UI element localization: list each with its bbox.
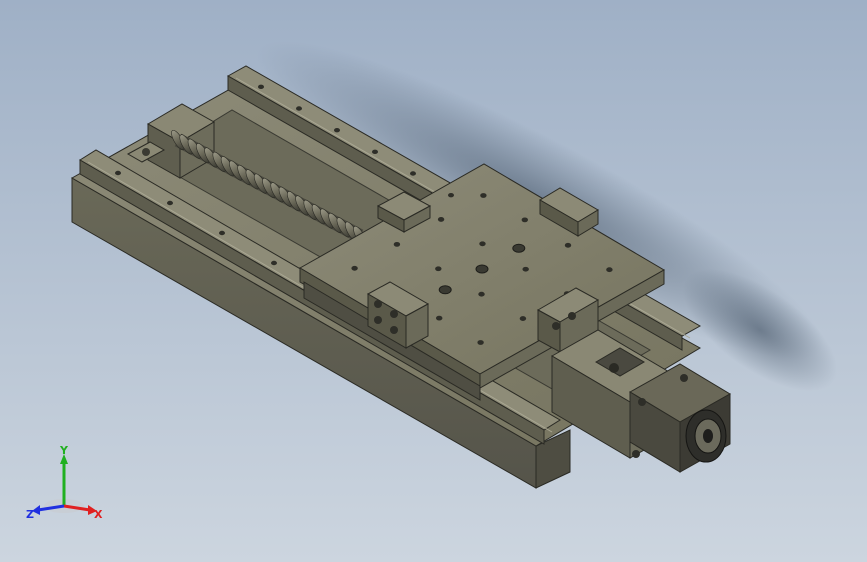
- mounting-hole: [479, 241, 486, 247]
- z-axis-label: Z: [26, 508, 34, 521]
- mounting-hole: [351, 265, 358, 271]
- mounting-hole: [477, 340, 484, 345]
- rail-screw: [167, 200, 173, 206]
- y-axis-label: Y: [59, 446, 69, 457]
- rail-screw: [410, 171, 416, 176]
- mounting-hole: [564, 242, 572, 248]
- mounting-hole: [480, 193, 487, 198]
- counterbore-hole: [475, 264, 489, 274]
- mounting-hole: [437, 217, 445, 222]
- rail-screw: [115, 170, 121, 176]
- mounting-hole: [435, 266, 442, 272]
- mounting-hole: [436, 315, 443, 321]
- counterbore-hole: [512, 243, 526, 253]
- mounting-hole: [478, 291, 485, 297]
- rail-screw: [271, 260, 277, 266]
- mounting-hole: [522, 266, 529, 272]
- mounting-hole: [521, 217, 528, 223]
- x-axis-label: X: [94, 508, 103, 521]
- mounting-hole: [606, 267, 613, 273]
- rail-screw: [448, 192, 454, 198]
- rail-screw: [334, 127, 340, 133]
- rail-screw: [296, 106, 302, 111]
- mounting-hole: [519, 316, 527, 321]
- counterbore-hole: [438, 285, 452, 295]
- 3d-viewport[interactable]: Y X Z: [0, 0, 867, 562]
- mounting-hole: [393, 241, 401, 247]
- rail-screw: [258, 84, 264, 90]
- linear-stage-model[interactable]: [0, 0, 867, 562]
- rail-screw: [219, 230, 225, 236]
- orientation-triad[interactable]: Y X Z: [24, 446, 104, 526]
- rail-screw: [372, 149, 378, 155]
